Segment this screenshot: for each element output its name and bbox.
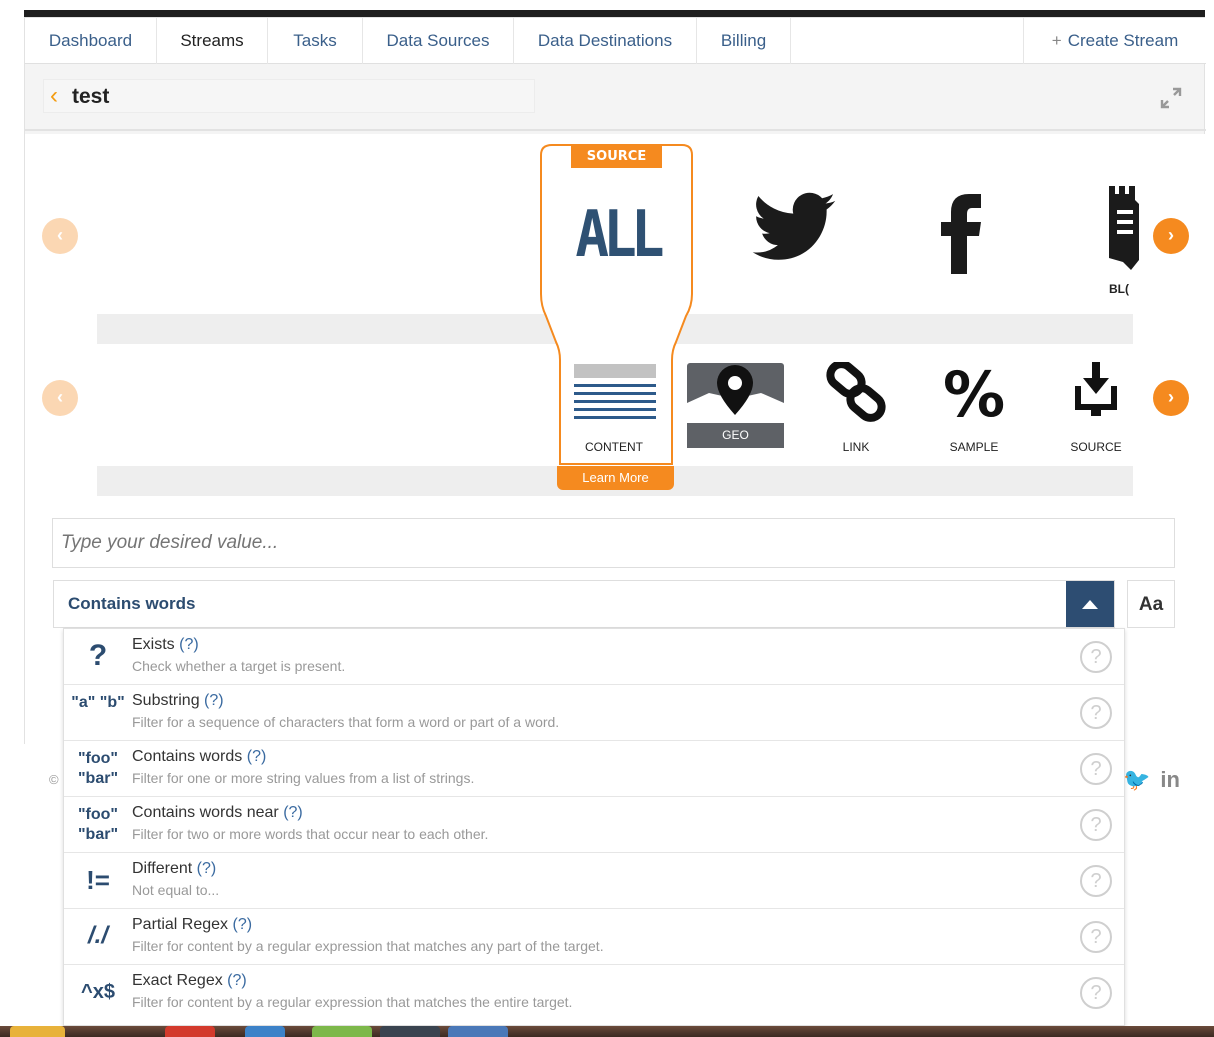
blog-label: BL( [1109, 282, 1129, 296]
download-tray-icon [1075, 362, 1117, 416]
sources-next-button[interactable]: › [1153, 218, 1189, 254]
nav-dashboard[interactable]: Dashboard [25, 18, 157, 64]
chevron-left-icon[interactable]: ‹ [50, 82, 58, 110]
os-taskbar [0, 1026, 1214, 1037]
taskbar-start-icon[interactable] [10, 1026, 65, 1037]
condition-option-partial-regex[interactable]: /./ Partial Regex (?) Filter for content… [64, 909, 1124, 965]
source-all-label: ALL [575, 197, 664, 272]
option-help-link[interactable]: (?) [204, 692, 224, 709]
source-tag: SOURCE [571, 145, 662, 168]
footer-social: 🐦 in [1123, 767, 1180, 793]
substring-quotes-icon: "a" "b" [71, 694, 125, 711]
filter-content-label: CONTENT [585, 440, 643, 454]
help-circle-icon[interactable]: ? [1080, 865, 1112, 897]
filters-prev-button[interactable]: ‹ [42, 380, 78, 416]
option-desc: Filter for content by a regular expressi… [132, 938, 604, 954]
taskbar-app-icon[interactable] [165, 1026, 215, 1037]
not-equal-icon: != [86, 865, 110, 895]
sources-prev-button[interactable]: ‹ [42, 218, 78, 254]
taskbar-app-icon[interactable] [380, 1026, 440, 1037]
taskbar-app-icon[interactable] [245, 1026, 285, 1037]
option-help-link[interactable]: (?) [197, 860, 217, 877]
plus-icon: + [1051, 31, 1062, 50]
words-quotes-icon: "foo" "bar" [77, 750, 119, 787]
condition-selected: Contains words [68, 594, 196, 613]
condition-option-contains-words-near[interactable]: "foo" "bar" Contains words near (?) Filt… [64, 797, 1124, 853]
create-stream-label: Create Stream [1067, 31, 1179, 50]
option-desc: Filter for two or more words that occur … [132, 826, 489, 842]
footer-copyright: © [49, 772, 59, 787]
taskbar-app-icon[interactable] [448, 1026, 508, 1037]
nav-data-destinations[interactable]: Data Destinations [514, 18, 697, 64]
content-lines-icon [574, 364, 656, 419]
option-desc: Filter for a sequence of characters that… [132, 714, 560, 730]
selected-source-card[interactable]: SOURCE ALL Learn More [540, 144, 694, 490]
filter-geo[interactable]: GEO [687, 363, 784, 448]
option-help-link[interactable]: (?) [283, 804, 303, 821]
filter-sample-label: SAMPLE [949, 440, 999, 454]
option-desc: Filter for content by a regular expressi… [132, 994, 573, 1010]
taskbar-app-icon[interactable] [312, 1026, 372, 1037]
help-circle-icon[interactable]: ? [1080, 641, 1112, 673]
exact-regex-icon: ^x$ [81, 981, 115, 1003]
stream-title-field[interactable]: ‹ test [43, 79, 535, 113]
nav-billing[interactable]: Billing [697, 18, 791, 64]
twitter-bird-icon[interactable] [749, 184, 839, 274]
filter-link-label: LINK [842, 440, 870, 454]
condition-option-contains-words[interactable]: "foo" "bar" Contains words (?) Filter fo… [64, 741, 1124, 797]
nav-tasks[interactable]: Tasks [268, 18, 363, 64]
help-circle-icon[interactable]: ? [1080, 697, 1112, 729]
caret-up-icon [1082, 600, 1098, 609]
help-circle-icon[interactable]: ? [1080, 921, 1112, 953]
help-circle-icon[interactable]: ? [1080, 977, 1112, 1009]
top-dark-bar [24, 10, 1205, 17]
expand-icon[interactable] [1160, 87, 1182, 109]
option-desc: Filter for one or more string values fro… [132, 770, 475, 786]
main-nav: Dashboard Streams Tasks Data Sources Dat… [25, 18, 1206, 64]
words-near-quotes-icon: "foo" "bar" [77, 806, 119, 843]
condition-option-different[interactable]: != Different (?) Not equal to... ? [64, 853, 1124, 909]
condition-dropdown: ? Exists (?) Check whether a target is p… [63, 628, 1125, 1026]
option-title: Different [132, 860, 193, 877]
filter-geo-label: GEO [722, 428, 749, 442]
create-stream-button[interactable]: + Create Stream [1023, 18, 1206, 64]
option-title: Substring [132, 692, 200, 709]
option-help-link[interactable]: (?) [227, 972, 247, 989]
filter-source-label: SOURCE [1070, 440, 1122, 454]
nav-streams[interactable]: Streams [157, 18, 268, 64]
condition-option-substring[interactable]: "a" "b" Substring (?) Filter for a seque… [64, 685, 1124, 741]
option-desc: Not equal to... [132, 882, 220, 898]
filters-next-button[interactable]: › [1153, 380, 1189, 416]
condition-option-exact-regex[interactable]: ^x$ Exact Regex (?) Filter for content b… [64, 965, 1124, 1021]
option-title: Exact Regex [132, 972, 223, 989]
chain-link-icon [826, 362, 886, 422]
option-help-link[interactable]: (?) [179, 636, 199, 653]
help-circle-icon[interactable]: ? [1080, 753, 1112, 785]
blog-tower-icon[interactable] [1105, 186, 1145, 270]
stream-title: test [72, 85, 110, 108]
condition-option-exists[interactable]: ? Exists (?) Check whether a target is p… [64, 629, 1124, 685]
option-desc: Check whether a target is present. [132, 658, 346, 674]
condition-toggle-button[interactable] [1066, 581, 1114, 627]
option-title: Contains words [132, 748, 243, 765]
stream-title-bar: ‹ test [25, 65, 1206, 131]
case-sensitive-button[interactable]: Aa [1127, 580, 1175, 628]
question-mark-icon: ? [88, 639, 108, 672]
option-title: Exists [132, 636, 175, 653]
twitter-icon[interactable]: 🐦 [1123, 767, 1150, 792]
condition-select[interactable]: Contains words [53, 580, 1115, 628]
option-help-link[interactable]: (?) [247, 748, 267, 765]
option-help-link[interactable]: (?) [233, 916, 253, 933]
learn-more-button[interactable]: Learn More [557, 466, 674, 490]
option-title: Contains words near [132, 804, 279, 821]
nav-data-sources[interactable]: Data Sources [363, 18, 514, 64]
percent-icon: % [942, 358, 1006, 431]
option-title: Partial Regex [132, 916, 229, 933]
linkedin-icon[interactable]: in [1160, 767, 1180, 792]
value-input[interactable] [52, 518, 1175, 568]
partial-regex-icon: /./ [87, 922, 108, 949]
help-circle-icon[interactable]: ? [1080, 809, 1112, 841]
facebook-f-icon[interactable] [937, 192, 987, 274]
